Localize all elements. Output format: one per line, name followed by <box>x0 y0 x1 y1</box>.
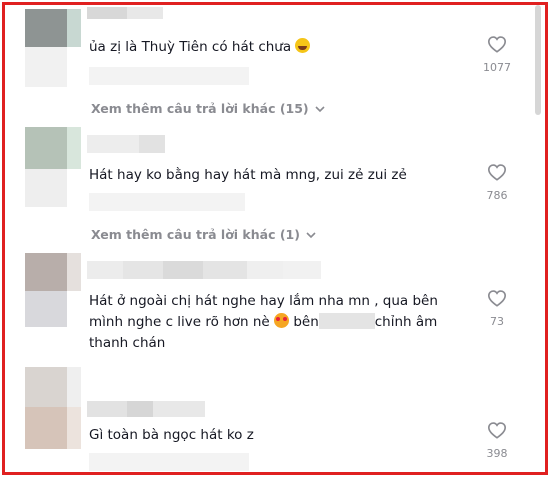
view-more-replies-button[interactable]: Xem thêm câu trả lời khác (1) <box>91 227 316 242</box>
comment-text: ủa zị là Thuỳ Tiên có hát chưa <box>89 37 469 58</box>
like-button[interactable]: 73 <box>477 289 517 328</box>
heart-icon <box>487 164 507 181</box>
comment-text: Hát hay ko bằng hay hát mà mng, zui zẻ z… <box>89 167 407 183</box>
like-button[interactable]: 786 <box>477 163 517 202</box>
avatar[interactable] <box>25 253 81 327</box>
like-count: 398 <box>486 447 508 460</box>
like-count: 786 <box>486 189 508 202</box>
heart-icon <box>487 422 507 439</box>
view-more-replies-button[interactable]: Xem thêm câu trả lời khác (15) <box>91 101 325 116</box>
like-count: 73 <box>490 315 504 328</box>
like-count: 1077 <box>483 61 511 74</box>
avatar[interactable] <box>25 127 81 207</box>
laughing-face-emoji <box>295 38 311 53</box>
avatar[interactable] <box>25 367 81 449</box>
view-more-label: Xem thêm câu trả lời khác (1) <box>91 227 300 242</box>
chevron-down-icon <box>306 231 316 238</box>
like-button[interactable]: 1077 <box>477 35 517 74</box>
comments-panel: ủa zị là Thuỳ Tiên có hát chưa 1077 Xem … <box>2 2 548 475</box>
heart-icon <box>487 290 507 307</box>
comment-text: Hát ở ngoài chị hát nghe hay lắm nha mn … <box>89 293 438 351</box>
redacted-word <box>318 313 375 329</box>
like-button[interactable]: 398 <box>477 421 517 460</box>
chevron-down-icon <box>315 105 325 112</box>
heart-eyes-emoji <box>274 313 290 328</box>
heart-icon <box>487 36 507 53</box>
scrollbar[interactable] <box>535 5 541 115</box>
view-more-label: Xem thêm câu trả lời khác (15) <box>91 101 309 116</box>
comment-text: Gì toàn bà ngọc hát ko z <box>89 427 254 443</box>
avatar[interactable] <box>25 9 81 87</box>
